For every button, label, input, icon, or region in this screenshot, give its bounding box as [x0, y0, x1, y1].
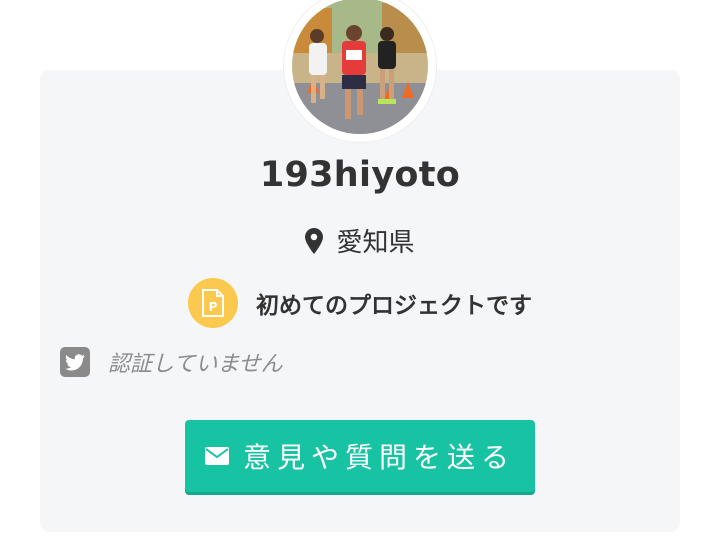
location-text: 愛知県: [336, 228, 415, 258]
project-info: P 初めてのプロジェクトです: [0, 278, 720, 328]
username: 193hiyoto: [259, 155, 461, 195]
twitter-icon: [60, 347, 90, 377]
location: 愛知県: [0, 222, 720, 259]
map-pin-icon: [305, 227, 324, 254]
project-badge-icon: P: [188, 278, 238, 328]
send-feedback-label: 意見や質問を送る: [242, 441, 515, 474]
avatar-photo: [292, 0, 428, 134]
profile-page: 193hiyoto 愛知県 P 初めてのプロジェクトです 認証していません 意見…: [0, 0, 720, 559]
twitter-verification: 認証していません: [60, 346, 283, 378]
svg-text:P: P: [209, 300, 218, 314]
project-label[interactable]: 初めてのプロジェクトです: [256, 286, 532, 320]
document-p-icon: P: [202, 289, 224, 317]
send-feedback-button[interactable]: 意見や質問を送る: [185, 420, 535, 492]
twitter-status: 認証していません: [108, 352, 283, 377]
avatar[interactable]: [292, 0, 428, 134]
mail-icon: [204, 447, 229, 465]
